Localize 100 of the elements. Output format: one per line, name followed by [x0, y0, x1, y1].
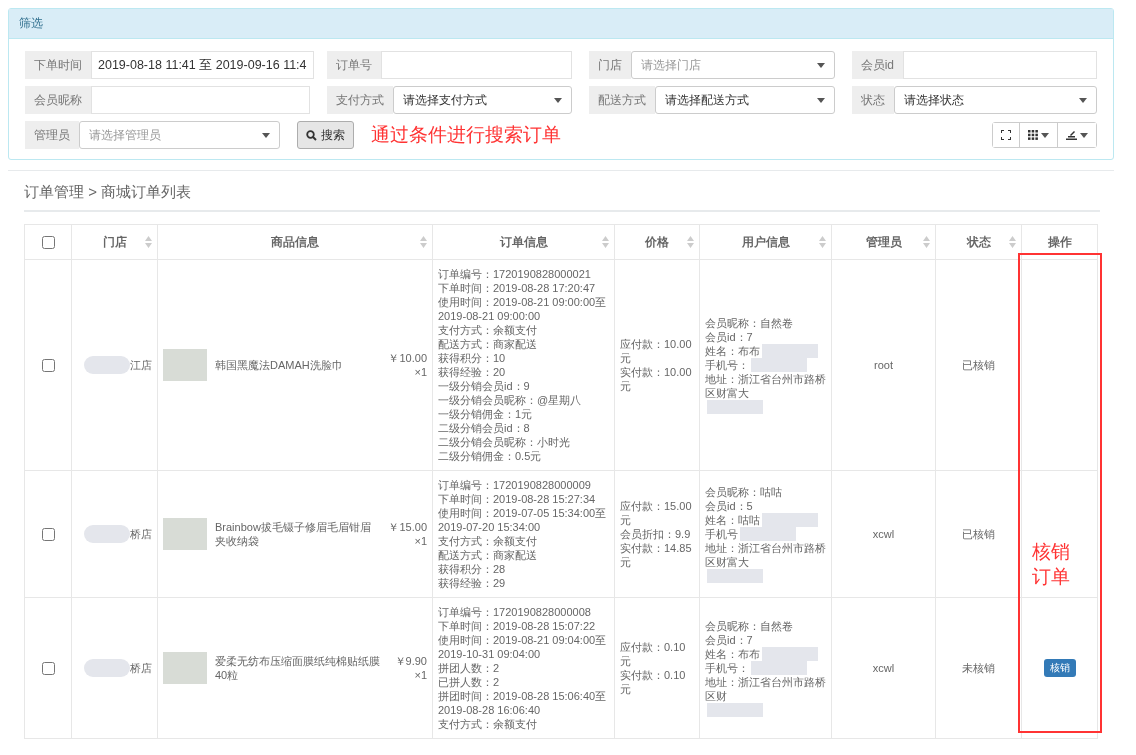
- user-info-line: 会员昵称：自然卷: [705, 316, 793, 330]
- redaction-blur: [84, 659, 130, 677]
- order-info-line: 已拼人数：2: [438, 675, 501, 689]
- order-info-line: 获得积分：10: [438, 351, 507, 365]
- row-checkbox[interactable]: [42, 527, 55, 541]
- order-info-line: 支付方式：余额支付: [438, 717, 538, 731]
- redaction-blur: [707, 703, 763, 717]
- caret-icon: [1079, 97, 1087, 103]
- order-info-line: 使用时间：2019-08-21 09:00:00至2019-08-21 09:00:00: [438, 295, 608, 323]
- caret-icon: [816, 97, 825, 103]
- field-label: 门店: [589, 51, 632, 79]
- row-checkbox[interactable]: [42, 358, 55, 372]
- redaction-blur: [751, 661, 807, 675]
- order-info-line: 支付方式：余额支付: [438, 534, 538, 548]
- sort-icon[interactable]: [420, 236, 427, 248]
- user-info-line: 姓名：布布: [705, 647, 760, 661]
- order-info-line: 订单编号：1720190828000008: [438, 605, 592, 619]
- breadcrumb: 订单管理 > 商城订单列表: [24, 171, 1100, 212]
- grid-icon: [1028, 130, 1038, 140]
- column-header: 用户信息: [741, 234, 790, 250]
- field-label: 订单号: [327, 51, 381, 79]
- order-info-line: 订单编号：1720190828000021: [438, 267, 592, 281]
- row-checkbox[interactable]: [42, 661, 55, 675]
- order-info-line: 下单时间：2019-08-28 15:27:34: [438, 492, 597, 506]
- redaction-blur: [84, 356, 130, 374]
- sort-icon[interactable]: [819, 236, 826, 248]
- sort-icon[interactable]: [923, 236, 930, 248]
- user-info-line: 姓名：咕咕: [705, 513, 760, 527]
- price-line: 实付款：14.85元: [620, 541, 693, 569]
- admin-name: xcwl: [872, 528, 895, 540]
- product-price: ￥9.90: [394, 654, 427, 668]
- order-info-line: 配送方式：商家配送: [438, 548, 538, 562]
- field-label: 会员id: [851, 51, 903, 79]
- order-info-line: 支付方式：余额支付: [438, 323, 538, 337]
- select-field[interactable]: 请选择配送方式: [655, 86, 835, 114]
- order-info-line: 二级分销会员昵称：小时光: [438, 435, 571, 449]
- user-info-line: 会员昵称：咕咕: [705, 485, 782, 499]
- export-button[interactable]: [1057, 123, 1096, 147]
- redaction-blur: [751, 358, 807, 372]
- order-info-line: 获得经验：20: [438, 365, 507, 379]
- column-header: 价格: [645, 234, 669, 250]
- verify-button[interactable]: 核销: [1043, 659, 1076, 677]
- column-header: 管理员: [865, 234, 902, 250]
- product-name: 爱柔无纺布压缩面膜纸纯棉贴纸膜 40粒: [215, 654, 381, 682]
- export-icon: [1066, 130, 1077, 140]
- expand-icon: [1001, 130, 1011, 140]
- price-line: 应付款：0.10元: [620, 640, 687, 668]
- user-info-line: 会员id：7: [705, 330, 753, 344]
- input-field[interactable]: 2019-08-18 11:41 至 2019-09-16 11:4: [91, 51, 314, 79]
- redaction-blur: [740, 527, 796, 541]
- panel-title: 筛选: [9, 9, 1113, 39]
- product-price: ￥15.00: [388, 520, 427, 534]
- field-label: 支付方式: [327, 86, 393, 114]
- user-info-line: 会员id：5: [705, 499, 753, 513]
- product-quantity: ×1: [413, 365, 427, 379]
- product-name: Brainbow拔毛镊子修眉毛眉钳眉夹收纳袋: [215, 520, 372, 548]
- order-info-line: 使用时间：2019-08-21 09:04:00至2019-10-31 09:04:00: [438, 633, 608, 661]
- order-status: 已核销: [962, 359, 995, 371]
- column-header: 商品信息: [271, 234, 319, 250]
- order-info-line: 配送方式：商家配送: [438, 337, 538, 351]
- redaction-blur: [762, 647, 818, 661]
- field-label: 会员昵称: [25, 86, 91, 114]
- price-line: 会员折扣：9.9: [620, 527, 692, 541]
- order-info-line: 订单编号：1720190828000009: [438, 478, 592, 492]
- sort-icon[interactable]: [687, 236, 694, 248]
- user-info-line: 地址：浙江省台州市路桥区财富大: [705, 372, 826, 400]
- user-info-line: 地址：浙江省台州市路桥区财富大: [705, 541, 826, 569]
- select-all-checkbox[interactable]: [42, 235, 55, 249]
- select-field[interactable]: 请选择支付方式: [393, 86, 573, 114]
- redaction-blur: [707, 400, 763, 414]
- select-field[interactable]: 请选择状态: [893, 86, 1097, 114]
- annotation-text: 通过条件进行搜索订单: [371, 123, 561, 147]
- column-header: 订单信息: [499, 234, 548, 250]
- product-quantity: ×1: [413, 534, 427, 548]
- order-info-line: 一级分销会员id：9: [438, 379, 531, 393]
- order-info-line: 拼团时间：2019-08-28 15:06:40至2019-08-28 16:06:40: [438, 689, 608, 717]
- sort-icon[interactable]: [145, 236, 152, 248]
- order-status: 未核销: [962, 662, 995, 674]
- redaction-blur: [84, 525, 130, 543]
- product-price: ￥10.00: [388, 351, 427, 365]
- sort-icon[interactable]: [1009, 236, 1016, 248]
- photo-placeholder: [163, 349, 207, 381]
- search-icon: [306, 129, 317, 141]
- product-name: 韩国黑魔法DAMAH洗脸巾: [215, 358, 344, 372]
- price-line: 应付款：15.00元: [620, 499, 693, 527]
- store-name: 桥店: [130, 527, 152, 541]
- order-info-line: 使用时间：2019-07-05 15:34:00至2019-07-20 15:34:00: [438, 506, 608, 534]
- sort-icon[interactable]: [602, 236, 609, 248]
- input-field[interactable]: [381, 51, 573, 79]
- user-info-line: 手机号：: [705, 358, 749, 372]
- price-line: 应付款：10.00元: [620, 337, 693, 365]
- caret-icon: [262, 132, 270, 138]
- redaction-blur: [762, 513, 818, 527]
- input-field[interactable]: [91, 86, 310, 114]
- order-info-line: 获得积分：28: [438, 562, 507, 576]
- search-button[interactable]: 搜索: [297, 121, 354, 149]
- input-field[interactable]: [903, 51, 1097, 79]
- caret-icon: [554, 97, 563, 103]
- admin-name: xcwl: [872, 662, 895, 674]
- caret-icon: [1080, 132, 1088, 138]
